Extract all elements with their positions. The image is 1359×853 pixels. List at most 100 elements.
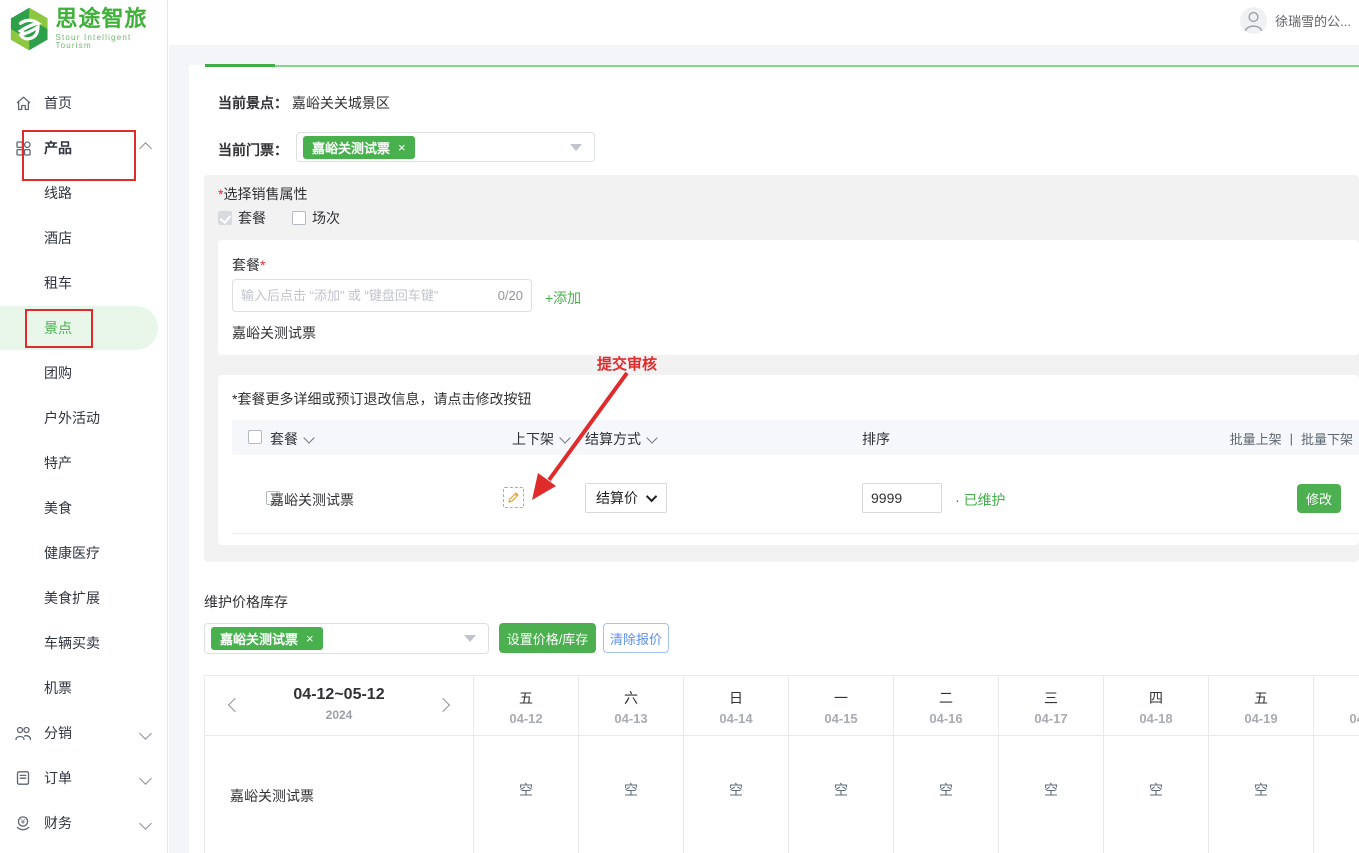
sidebar-item-hotel[interactable]: 酒店 xyxy=(0,216,168,260)
user-avatar-icon xyxy=(1240,7,1267,34)
calendar-row-label: 嘉峪关测试票 xyxy=(230,786,314,806)
calendar-cell[interactable]: 空 xyxy=(894,736,999,853)
sidebar-item-outdoor[interactable]: 户外活动 xyxy=(0,396,168,440)
sidebar-item-finance[interactable]: ¥ 财务 xyxy=(0,801,168,845)
sidebar-item-specialty[interactable]: 特产 xyxy=(0,441,168,485)
tag-close-icon[interactable]: × xyxy=(398,141,406,154)
calendar-cell[interactable]: 空 xyxy=(1104,736,1209,853)
edit-button[interactable]: 修改 xyxy=(1297,484,1341,513)
calendar-day-header: 日04-14 xyxy=(684,675,789,735)
sidebar-item-label: 财务 xyxy=(44,813,72,833)
sidebar-item-vehicle-trade[interactable]: 车辆买卖 xyxy=(0,621,168,665)
sidebar-item-group-buy[interactable]: 团购 xyxy=(0,351,168,395)
batch-off-link[interactable]: 批量下架 xyxy=(1301,429,1353,448)
document-icon xyxy=(14,769,32,787)
calendar-cell[interactable]: 空 xyxy=(474,736,579,853)
sidebar-item-scenic-active[interactable]: 景点 xyxy=(0,306,168,350)
user-menu[interactable]: 徐瑞雪的公... xyxy=(1240,7,1351,34)
calendar-cell[interactable]: 空 xyxy=(1314,736,1359,853)
sidebar-item-flight[interactable]: 机票 xyxy=(0,666,168,710)
sales-attr-title: *选择销售属性 xyxy=(218,184,307,204)
sidebar-item-food[interactable]: 美食 xyxy=(0,486,168,530)
calendar-day-header: 一04-15 xyxy=(789,675,894,735)
table-caption: *套餐更多详细或预订退改信息，请点击修改按钮 xyxy=(232,389,531,409)
calendar-day-header: 四04-18 xyxy=(1104,675,1209,735)
finance-icon: ¥ xyxy=(14,814,32,832)
sidebar-item-label: 订单 xyxy=(44,768,72,788)
add-package-link[interactable]: +添加 xyxy=(545,288,581,308)
select-all-checkbox[interactable] xyxy=(248,430,262,444)
calendar-day-header: 三04-17 xyxy=(999,675,1104,735)
batch-actions: 批量上架 | 批量下架 xyxy=(1230,429,1353,448)
tab-underline xyxy=(205,65,1359,67)
chevron-down-icon xyxy=(139,817,152,830)
status-maintained: 已维护 xyxy=(964,492,1006,508)
calendar-cell[interactable]: 空 xyxy=(579,736,684,853)
ticket-tag: 嘉峪关测试票 × xyxy=(303,136,415,159)
maintain-ticket-select[interactable]: 嘉峪关测试票 × xyxy=(204,623,489,654)
calendar-day-header: 六04-20 xyxy=(1314,675,1359,735)
maintain-ticket-tag: 嘉峪关测试票 × xyxy=(211,627,323,650)
package-checkbox[interactable] xyxy=(218,211,232,225)
col-sort: 排序 xyxy=(862,429,890,449)
sidebar-item-route[interactable]: 线路 xyxy=(0,171,168,215)
sidebar-item-label: 产品 xyxy=(44,138,72,158)
row-package-name: 嘉峪关测试票 xyxy=(270,490,354,510)
maintain-title: 维护价格库存 xyxy=(204,592,288,612)
home-icon xyxy=(14,94,32,112)
chevron-down-icon xyxy=(139,772,152,785)
package-input-wrap: 0/20 xyxy=(232,279,532,312)
people-icon xyxy=(14,724,32,742)
calendar-day-header: 六04-13 xyxy=(579,675,684,735)
current-ticket-label: 当前门票： xyxy=(218,140,288,160)
content-top-band xyxy=(169,45,1359,65)
current-ticket-select[interactable]: 嘉峪关测试票 × xyxy=(296,132,595,162)
sidebar-item-label: 首页 xyxy=(44,93,72,113)
calendar-day-header: 五04-12 xyxy=(474,675,579,735)
calendar-cell[interactable]: 空 xyxy=(1209,736,1314,853)
col-package[interactable]: 套餐 xyxy=(270,429,313,449)
tab-underline-active xyxy=(205,64,275,67)
package-name: 嘉峪关测试票 xyxy=(232,323,316,343)
session-checkbox-label: 场次 xyxy=(312,208,340,228)
current-scenic-row: 当前景点： 嘉峪关关城景区 xyxy=(218,93,390,113)
select-caret-icon xyxy=(464,635,476,642)
attr-package-checkbox-row: 套餐 场次 xyxy=(218,208,340,228)
package-field-label: 套餐* xyxy=(232,255,265,275)
logo-title: 思途智旅 xyxy=(55,8,167,30)
user-name: 徐瑞雪的公... xyxy=(1275,11,1351,30)
calendar-cell[interactable]: 空 xyxy=(684,736,789,853)
set-price-button[interactable]: 设置价格/库存 xyxy=(499,623,596,653)
calendar-nav-cell: 04-12~05-12 2024 xyxy=(205,676,474,735)
current-scenic-value: 嘉峪关关城景区 xyxy=(292,95,390,111)
clear-quote-button[interactable]: 清除报价 xyxy=(603,623,669,653)
sidebar-item-product[interactable]: 产品 xyxy=(0,126,168,170)
chevron-down-icon xyxy=(139,727,152,740)
tag-close-icon[interactable]: × xyxy=(306,632,314,645)
sidebar-item-orders[interactable]: 订单 xyxy=(0,756,168,800)
svg-text:¥: ¥ xyxy=(21,818,26,826)
calendar-cell[interactable]: 空 xyxy=(789,736,894,853)
chevron-up-icon xyxy=(139,142,152,155)
package-input-counter: 0/20 xyxy=(498,288,523,303)
table-header-row xyxy=(232,420,1359,455)
package-input[interactable] xyxy=(233,288,531,303)
package-checkbox-label: 套餐 xyxy=(238,208,266,228)
calendar-cell[interactable]: 空 xyxy=(999,736,1104,853)
calendar-year: 2024 xyxy=(205,708,473,722)
calendar-row-label-cell: 嘉峪关测试票 xyxy=(205,736,474,853)
sidebar-item-distribution[interactable]: 分销 xyxy=(0,711,168,755)
sidebar-item-car-rental[interactable]: 租车 xyxy=(0,261,168,305)
session-checkbox[interactable] xyxy=(292,211,306,225)
row-status: · 已维护 xyxy=(955,490,1006,510)
calendar-range: 04-12~05-12 xyxy=(205,686,473,704)
app-logo[interactable]: 思途智旅 Stour Intelligent Tourism xyxy=(8,5,167,53)
sidebar-item-food-ext[interactable]: 美食扩展 xyxy=(0,576,168,620)
batch-on-link[interactable]: 批量上架 xyxy=(1230,429,1282,448)
sidebar-item-health[interactable]: 健康医疗 xyxy=(0,531,168,575)
sidebar-item-home[interactable]: 首页 xyxy=(0,81,168,125)
sort-input[interactable] xyxy=(862,483,942,513)
select-caret-icon xyxy=(570,144,582,151)
calendar-day-header: 五04-19 xyxy=(1209,675,1314,735)
calendar-day-header: 二04-16 xyxy=(894,675,999,735)
